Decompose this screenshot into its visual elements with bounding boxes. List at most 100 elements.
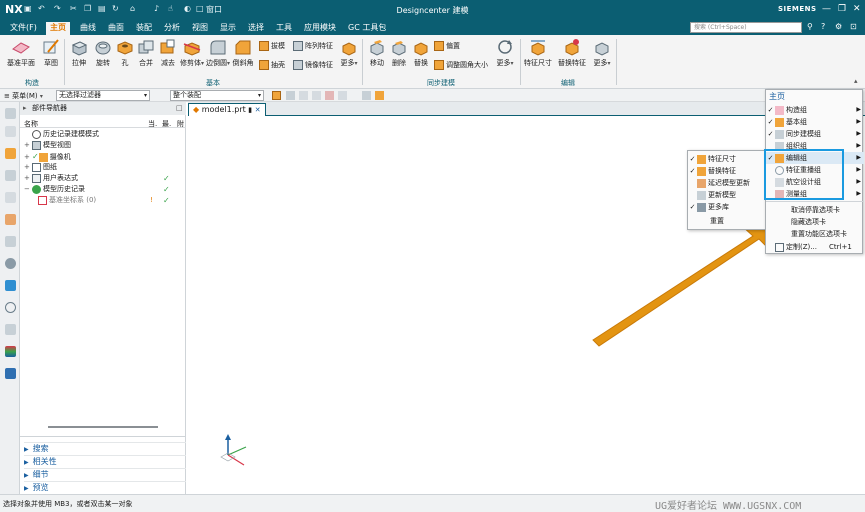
menu-applications[interactable]: 应用模块: [300, 22, 340, 35]
datum-plane-button[interactable]: 基准平面: [4, 38, 38, 68]
minimize-button[interactable]: —: [822, 4, 831, 14]
submenu-item-feature-dimensions[interactable]: ✓ 特征尺寸: [688, 153, 768, 165]
delete-face-button[interactable]: 删除: [388, 38, 410, 68]
settings-icon[interactable]: [5, 108, 16, 119]
tree-row-cameras[interactable]: + ✓ 摄像机: [20, 151, 186, 162]
web-browser-icon[interactable]: [5, 236, 16, 247]
menu-select[interactable]: 选择: [244, 22, 268, 35]
trim-body-button[interactable]: 修剪体▾: [180, 38, 204, 68]
type-filter-dropdown[interactable]: 无选择过滤器 ▾: [56, 90, 150, 101]
menu-surface[interactable]: 曲面: [104, 22, 128, 35]
ribbon-options-icon[interactable]: ▴: [854, 77, 858, 85]
search-input[interactable]: 搜索 (Ctrl+Space): [690, 22, 802, 33]
menu-view[interactable]: 视图: [188, 22, 212, 35]
tab-model1[interactable]: ◆ model1.prt ▮ ✕: [188, 103, 266, 116]
more-edit-button[interactable]: 更多▾: [591, 38, 613, 68]
snap-center-icon[interactable]: [325, 91, 334, 100]
tree-row-datum-csys[interactable]: 基准坐标系 (0) ! ✓: [20, 195, 186, 206]
settings-icon[interactable]: ⚙: [835, 22, 842, 31]
constraint-navigator-icon[interactable]: [5, 170, 16, 181]
menu-item-reset-tab[interactable]: 重置功能区选项卡: [766, 228, 864, 240]
menu-item-construct-group[interactable]: ✓ 构造组 ▶: [766, 104, 864, 116]
chamfer-button[interactable]: 倒斜角: [232, 38, 254, 68]
submenu-item-update-model[interactable]: 更新模型: [688, 189, 768, 201]
menu-display[interactable]: 显示: [216, 22, 240, 35]
menu-file[interactable]: 文件(F): [6, 22, 41, 35]
edge-blend-button[interactable]: 边倒圆▾: [206, 38, 230, 68]
draft-button[interactable]: 拔模: [259, 41, 285, 52]
menu-item-undock-tab[interactable]: 取消停靠选项卡: [766, 204, 864, 216]
submenu-item-delay-update[interactable]: 延迟模型更新: [688, 177, 768, 189]
menu-curve[interactable]: 曲线: [76, 22, 100, 35]
mirror-feature-button[interactable]: 镜像特征: [293, 60, 333, 71]
horizontal-scrollbar[interactable]: [20, 424, 186, 430]
column-latest[interactable]: 最.: [162, 119, 171, 129]
panel-preview[interactable]: ▶ 预览: [24, 481, 186, 493]
submenu-item-reset[interactable]: 重置: [688, 215, 768, 227]
selection-scope-dropdown[interactable]: 整个装配 ▾: [170, 90, 264, 101]
tree-row-model-history[interactable]: − 模型历史记录 ✓: [20, 184, 186, 195]
assembly-navigator-icon[interactable]: [5, 126, 16, 137]
system-materials-icon[interactable]: [5, 280, 16, 291]
close-button[interactable]: ✕: [853, 4, 861, 14]
resize-blend-button[interactable]: 调整圆角大小: [434, 60, 488, 71]
menu-gc-toolkit[interactable]: GC 工具包: [344, 22, 390, 35]
mold-wizard-icon[interactable]: [5, 368, 16, 379]
shell-button[interactable]: 抽壳: [259, 60, 285, 71]
menu-item-sync-group[interactable]: ✓ 同步建模组 ▶: [766, 128, 864, 140]
tree-row-user-expressions[interactable]: + 用户表达式 ✓: [20, 173, 186, 184]
view-orient-icon[interactable]: [362, 91, 371, 100]
more-sync-button[interactable]: 更多▾: [494, 38, 516, 68]
ribbon-toggle-icon[interactable]: ⊡: [850, 22, 857, 31]
maximize-icon[interactable]: □: [176, 104, 183, 112]
scrollbar-thumb[interactable]: [48, 426, 158, 428]
feature-dimensions-button[interactable]: 特征尺寸: [522, 38, 554, 68]
reuse-library-icon[interactable]: [5, 192, 16, 203]
hd3d-tools-icon[interactable]: [5, 214, 16, 225]
render-style-icon[interactable]: [375, 91, 384, 100]
snap-point-icon[interactable]: [286, 91, 295, 100]
panel-dependencies[interactable]: ▶ 相关性: [24, 455, 186, 467]
close-tab-icon[interactable]: ✕: [255, 106, 261, 114]
help-icon[interactable]: ?: [821, 22, 825, 31]
menu-assembly[interactable]: 装配: [132, 22, 156, 35]
roles-icon[interactable]: [5, 346, 16, 357]
replace-feature-button[interactable]: 替换特征: [556, 38, 588, 68]
offset-region-button[interactable]: 偏置: [434, 41, 460, 52]
sketch-button[interactable]: 草图: [40, 38, 62, 68]
column-current[interactable]: 当.: [148, 119, 157, 129]
snap-mid-icon[interactable]: [312, 91, 321, 100]
tab-menu-icon[interactable]: ▮: [248, 106, 252, 114]
more-base-button[interactable]: 更多▾: [338, 38, 360, 68]
hole-button[interactable]: 孔: [116, 38, 134, 68]
move-face-button[interactable]: 移动: [366, 38, 388, 68]
menu-button[interactable]: ≡ 菜单(M) ▾: [4, 91, 43, 101]
snap-end-icon[interactable]: [299, 91, 308, 100]
extrude-button[interactable]: 拉伸: [68, 38, 90, 68]
unite-button[interactable]: 合并: [136, 38, 156, 68]
search-icon[interactable]: ⚲: [807, 22, 813, 31]
tree-row-history-mode[interactable]: 历史记录建模模式: [20, 129, 186, 140]
replace-face-button[interactable]: 替换: [410, 38, 432, 68]
part-navigator-icon[interactable]: [5, 148, 16, 159]
column-name[interactable]: 名称: [24, 119, 38, 129]
select-feature-icon[interactable]: [272, 91, 281, 100]
column-attached[interactable]: 附: [177, 119, 184, 129]
submenu-item-more-library[interactable]: ✓ 更多库: [688, 201, 768, 213]
submenu-item-replace-feature[interactable]: ✓ 替换特征: [688, 165, 768, 177]
menu-analysis[interactable]: 分析: [160, 22, 184, 35]
history-icon[interactable]: [5, 258, 16, 269]
menu-item-customize[interactable]: 定制(Z)... Ctrl+1: [766, 241, 864, 253]
tree-row-drawings[interactable]: + 图纸: [20, 162, 186, 173]
menu-item-base-group[interactable]: ✓ 基本组 ▶: [766, 116, 864, 128]
snap-options-icon[interactable]: [338, 91, 347, 100]
revolve-button[interactable]: 旋转: [92, 38, 114, 68]
process-studio-icon[interactable]: [5, 324, 16, 335]
clock-icon[interactable]: [5, 302, 16, 313]
collapse-icon[interactable]: ▸: [23, 104, 27, 112]
pattern-feature-button[interactable]: 阵列特征: [293, 41, 333, 52]
panel-details[interactable]: ▶ 细节: [24, 468, 186, 480]
menu-item-hide-tab[interactable]: 隐藏选项卡: [766, 216, 864, 228]
tree-row-model-views[interactable]: + 模型视图: [20, 140, 186, 151]
menu-home[interactable]: 主页: [46, 22, 70, 35]
